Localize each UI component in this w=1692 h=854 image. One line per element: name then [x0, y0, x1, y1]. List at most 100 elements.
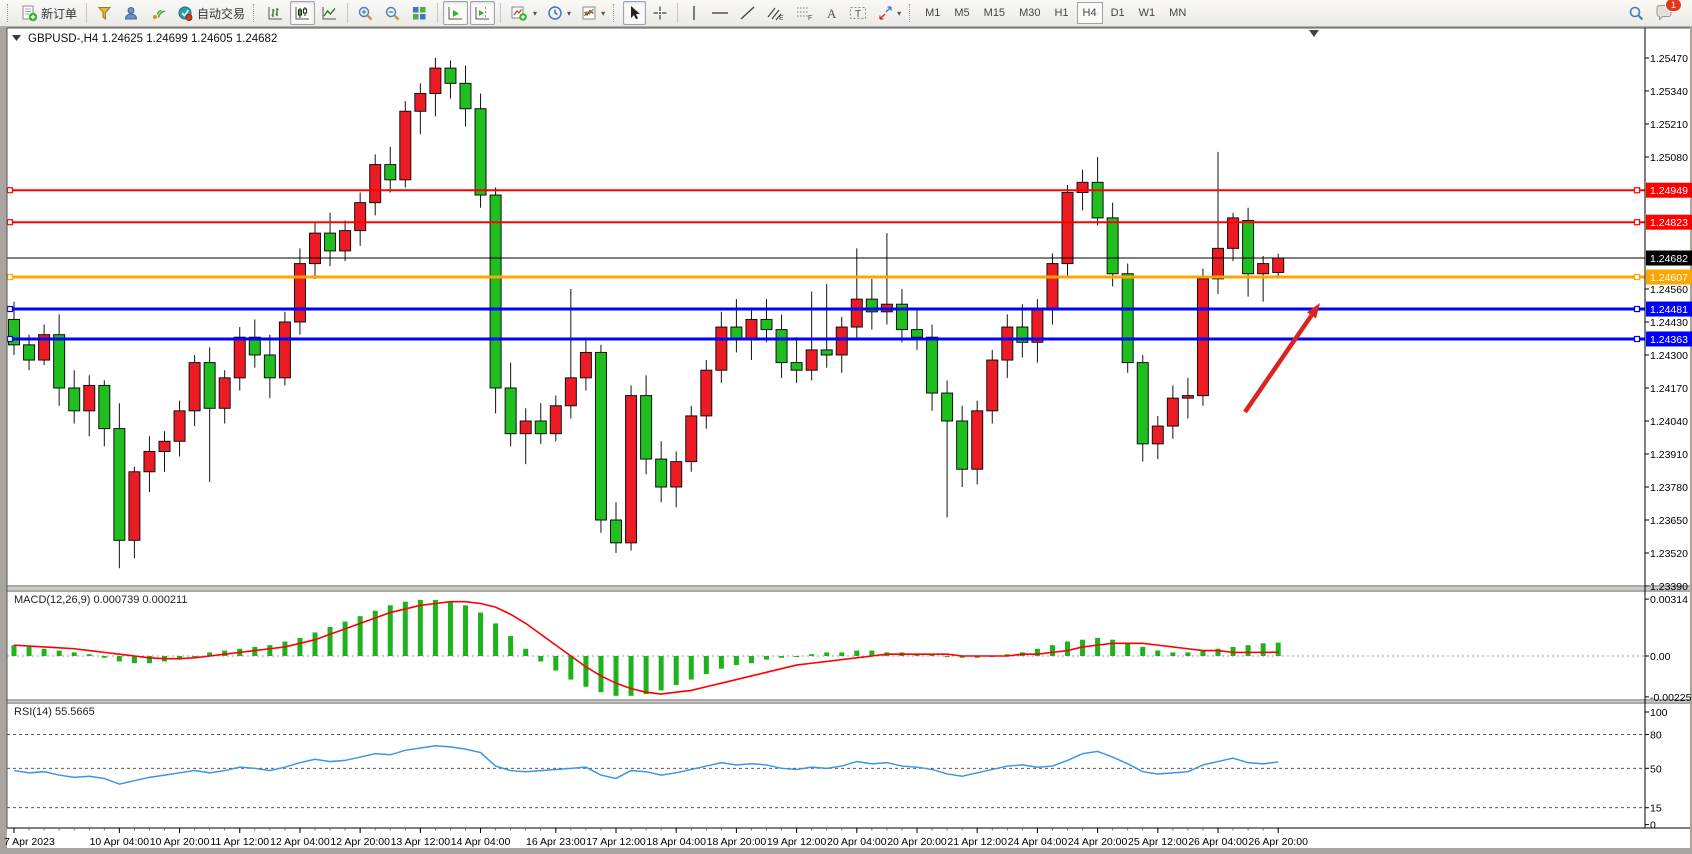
candle	[385, 165, 396, 180]
candle	[957, 421, 968, 469]
arrows-icon	[877, 5, 894, 21]
macd-bar	[343, 622, 348, 656]
candle	[54, 335, 65, 388]
line-handle[interactable]	[8, 220, 13, 225]
time-tick-label: 13 Apr 12:00	[391, 836, 451, 848]
time-tick-label: 25 Apr 12:00	[1128, 836, 1188, 848]
macd-bar	[418, 600, 423, 656]
chart-shift-button[interactable]	[470, 1, 495, 25]
trendline-tool-button[interactable]	[735, 1, 760, 25]
funnel-icon	[96, 5, 113, 22]
tab-timeframe-m30[interactable]: M30	[1013, 2, 1046, 24]
templates-button[interactable]: ▾	[577, 1, 609, 25]
separator	[437, 3, 438, 23]
template-icon	[581, 5, 598, 22]
styler-button[interactable]	[92, 1, 117, 25]
line-handle[interactable]	[1635, 336, 1640, 341]
equidistant-channel-tool-button[interactable]: E	[762, 1, 789, 25]
time-tick-label: 17 Apr 12:00	[586, 836, 646, 848]
price-tick-label: 1.24170	[1650, 383, 1688, 395]
candle	[204, 363, 215, 409]
tab-timeframe-m1[interactable]: M1	[919, 2, 946, 24]
macd-bar	[629, 656, 634, 696]
current-price-badge-label: 1.24682	[1650, 253, 1688, 265]
notifications-button[interactable]: 1	[1651, 1, 1678, 25]
signals-button[interactable]	[146, 1, 171, 25]
new-order-icon	[21, 5, 38, 22]
macd-bar	[493, 623, 498, 656]
autotrade-button[interactable]: 自动交易	[173, 1, 249, 25]
candle	[475, 109, 486, 195]
candle	[611, 520, 622, 543]
periods-button[interactable]: ▾	[543, 1, 575, 25]
macd-tick-label: 0.00	[1650, 651, 1671, 663]
new-order-button[interactable]: 新订单	[17, 1, 81, 25]
tab-timeframe-w1[interactable]: W1	[1133, 2, 1162, 24]
pane-splitter[interactable]	[7, 587, 1690, 590]
time-tick-label: 10 Apr 20:00	[150, 836, 210, 848]
tab-timeframe-mn[interactable]: MN	[1163, 2, 1192, 24]
price-badge-label: 1.24363	[1650, 334, 1688, 346]
candle	[1167, 398, 1178, 426]
macd-bar	[719, 656, 724, 669]
line-handle[interactable]	[8, 275, 13, 280]
candle	[84, 385, 95, 410]
toolbar-grip	[613, 4, 617, 22]
time-tick-label: 26 Apr 20:00	[1248, 836, 1308, 848]
candle	[987, 360, 998, 411]
fibonacci-tool-button[interactable]: F	[791, 1, 818, 25]
line-handle[interactable]	[1635, 275, 1640, 280]
macd-bar	[1125, 643, 1130, 656]
macd-bar	[583, 656, 588, 687]
price-tick-label: 1.25470	[1650, 53, 1688, 65]
tab-timeframe-h1[interactable]: H1	[1048, 2, 1074, 24]
macd-bar	[644, 656, 649, 694]
line-handle[interactable]	[1635, 188, 1640, 193]
line-handle[interactable]	[8, 188, 13, 193]
vertical-line-tool-button[interactable]	[683, 1, 705, 25]
tab-timeframe-m5[interactable]: M5	[948, 2, 975, 24]
price-tick-label: 1.23520	[1650, 548, 1688, 560]
macd-bar	[824, 652, 829, 656]
profile-button[interactable]	[119, 1, 144, 25]
macd-bar	[448, 602, 453, 656]
zoom-out-button[interactable]	[380, 1, 405, 25]
candle	[340, 231, 351, 251]
line-handle[interactable]	[1635, 307, 1640, 312]
candle	[565, 378, 576, 406]
line-handle[interactable]	[8, 336, 13, 341]
tab-timeframe-h4[interactable]: H4	[1077, 2, 1103, 24]
arrows-tool-button[interactable]: ▾	[873, 1, 905, 25]
add-indicator-button[interactable]: ▾	[506, 1, 541, 25]
candle	[430, 68, 441, 93]
profile-icon	[123, 5, 140, 22]
macd-bar	[102, 656, 107, 658]
line-handle[interactable]	[1635, 220, 1640, 225]
candle	[69, 388, 80, 411]
zoom-in-button[interactable]	[353, 1, 378, 25]
price-tick-label: 1.25340	[1650, 86, 1688, 98]
tab-timeframe-d1[interactable]: D1	[1105, 2, 1131, 24]
crosshair-tool-button[interactable]	[648, 1, 672, 25]
vertical-line-icon	[687, 5, 701, 21]
bar-chart-button[interactable]	[263, 1, 288, 25]
auto-scroll-button[interactable]	[443, 1, 468, 25]
text-tool-button[interactable]: A	[820, 1, 843, 25]
tab-timeframe-m15[interactable]: M15	[978, 2, 1011, 24]
macd-bar	[945, 656, 950, 657]
time-tick-label: 12 Apr 04:00	[270, 836, 330, 848]
search-button[interactable]	[1623, 1, 1649, 25]
horizontal-line-tool-button[interactable]	[707, 1, 733, 25]
candlestick-chart-button[interactable]	[290, 1, 315, 25]
tile-windows-button[interactable]	[407, 1, 432, 25]
line-chart-button[interactable]	[317, 1, 342, 25]
cursor-tool-button[interactable]	[623, 1, 646, 25]
candle	[490, 195, 501, 388]
macd-bar	[1155, 651, 1160, 656]
pane-splitter[interactable]	[7, 701, 1690, 702]
text-label-tool-button[interactable]: T	[845, 1, 871, 25]
line-handle[interactable]	[8, 307, 13, 312]
macd-tick-label: -0.002258	[1650, 692, 1692, 704]
macd-bar	[704, 656, 709, 674]
macd-bar	[117, 656, 122, 661]
